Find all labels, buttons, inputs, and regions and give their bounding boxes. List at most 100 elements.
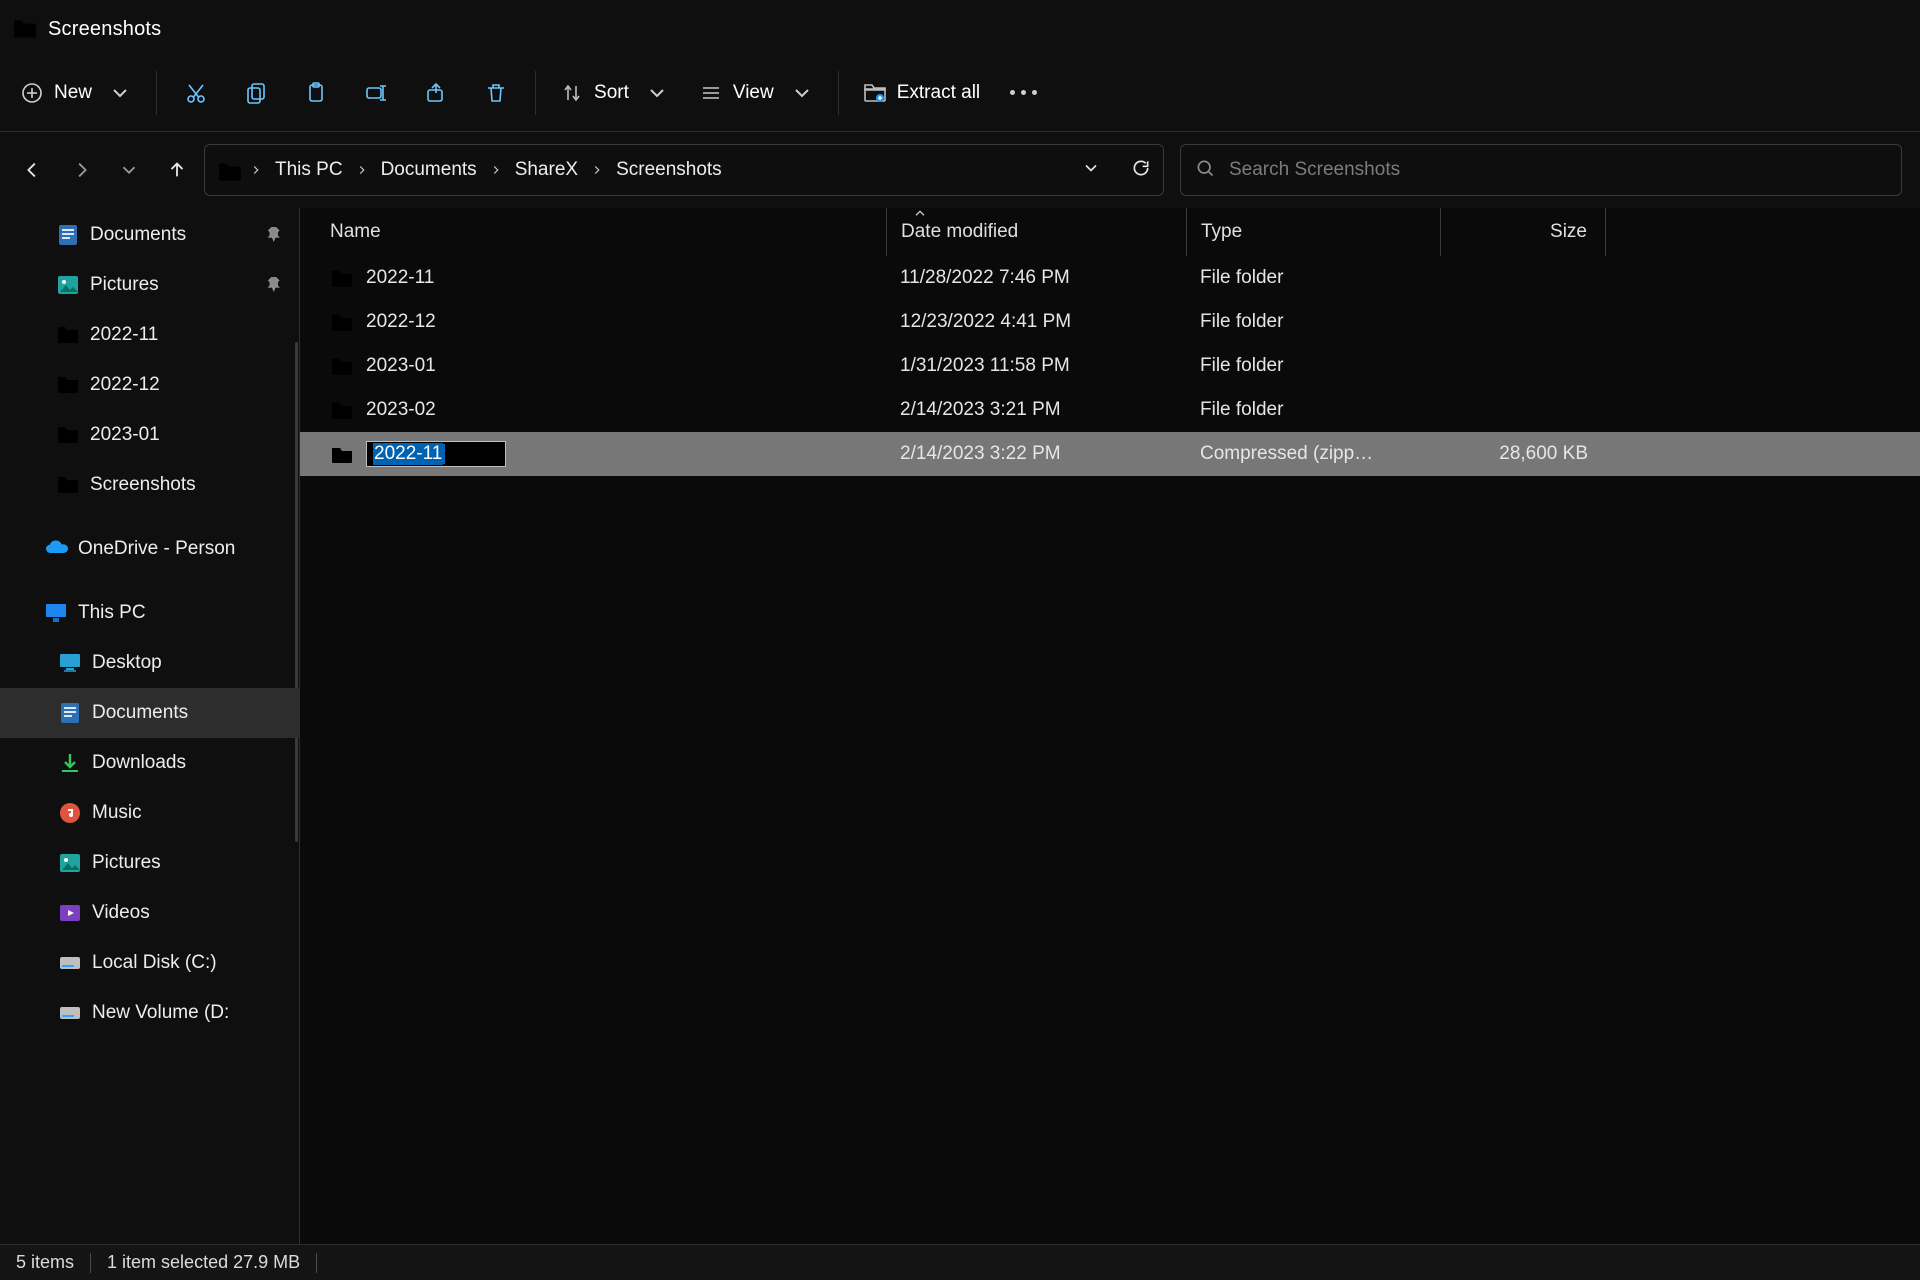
sidebar-item-2022-11[interactable]: 2022-11 — [0, 310, 299, 360]
file-size — [1440, 256, 1606, 300]
column-header-size[interactable]: Size — [1440, 208, 1606, 256]
file-type: Compressed (zipp… — [1186, 432, 1440, 476]
nav-forward-button[interactable] — [70, 159, 92, 181]
pin-icon — [267, 226, 285, 244]
cut-button[interactable] — [167, 67, 225, 119]
sidebar-item-onedrive[interactable]: OneDrive - Person — [0, 524, 299, 574]
new-button-label: New — [54, 82, 92, 104]
sidebar-item-music[interactable]: Music — [0, 788, 299, 838]
sidebar-item-label: Local Disk (C:) — [92, 952, 217, 974]
sidebar-item-downloads[interactable]: Downloads — [0, 738, 299, 788]
sort-button-label: Sort — [594, 82, 629, 104]
address-bar[interactable]: This PC Documents ShareX Screenshots — [204, 144, 1164, 196]
column-header-date[interactable]: Date modified — [886, 208, 1186, 256]
folder-icon — [56, 323, 80, 347]
folder-icon — [330, 311, 354, 333]
nav-back-button[interactable] — [22, 159, 44, 181]
more-icon — [1010, 90, 1037, 95]
chevron-right-icon[interactable] — [590, 163, 604, 177]
drive-icon — [58, 1001, 82, 1025]
rename-button[interactable] — [347, 67, 405, 119]
sidebar-item-screenshots[interactable]: Screenshots — [0, 460, 299, 510]
chevron-right-icon[interactable] — [249, 163, 263, 177]
more-button[interactable] — [996, 67, 1051, 119]
music-icon — [58, 801, 82, 825]
sidebar-item-this-pc[interactable]: This PC — [0, 588, 299, 638]
nav-up-button[interactable] — [166, 159, 188, 181]
view-button[interactable]: View — [685, 67, 828, 119]
nav-recent-button[interactable] — [118, 159, 140, 181]
breadcrumb-documents[interactable]: Documents — [375, 153, 483, 187]
paste-button[interactable] — [287, 67, 345, 119]
sidebar-item-label: Pictures — [90, 274, 159, 296]
folder-icon — [56, 473, 80, 497]
status-bar: 5 items 1 item selected 27.9 MB — [0, 1244, 1920, 1280]
sidebar-item-documents-pc[interactable]: Documents — [0, 688, 299, 738]
search-box[interactable] — [1180, 144, 1902, 196]
chevron-right-icon[interactable] — [355, 163, 369, 177]
refresh-button[interactable] — [1131, 158, 1151, 183]
file-name: 2023-02 — [366, 399, 436, 421]
file-row[interactable]: 2022-11 11/28/2022 7:46 PM File folder — [300, 256, 1920, 300]
column-headers: Name Date modified Type Size — [300, 208, 1920, 256]
chevron-down-icon — [108, 81, 132, 105]
navigation-pane: Documents Pictures 2022-11 2022-12 2023-… — [0, 208, 300, 1244]
file-name: 2022-11 — [366, 267, 434, 289]
sidebar-item-2022-12[interactable]: 2022-12 — [0, 360, 299, 410]
new-button[interactable]: New — [6, 67, 146, 119]
downloads-icon — [58, 751, 82, 775]
window-title: Screenshots — [48, 18, 161, 41]
chevron-right-icon[interactable] — [489, 163, 503, 177]
file-type: File folder — [1186, 256, 1440, 300]
column-header-name[interactable]: Name — [330, 208, 886, 256]
sidebar-item-label: Videos — [92, 902, 150, 924]
sidebar-item-new-volume-d[interactable]: New Volume (D: — [0, 988, 299, 1038]
delete-button[interactable] — [467, 67, 525, 119]
sidebar-item-pictures-pc[interactable]: Pictures — [0, 838, 299, 888]
file-date: 2/14/2023 3:22 PM — [886, 432, 1186, 476]
file-row[interactable]: 2023-02 2/14/2023 3:21 PM File folder — [300, 388, 1920, 432]
rename-input[interactable]: 2022-11 — [366, 441, 506, 467]
pictures-icon — [58, 851, 82, 875]
file-row-selected[interactable]: 2022-11 2/14/2023 3:22 PM Compressed (zi… — [300, 432, 1920, 476]
column-header-type[interactable]: Type — [1186, 208, 1440, 256]
file-type: File folder — [1186, 300, 1440, 344]
sidebar-item-local-disk-c[interactable]: Local Disk (C:) — [0, 938, 299, 988]
sidebar-item-desktop[interactable]: Desktop — [0, 638, 299, 688]
copy-button[interactable] — [227, 67, 285, 119]
sidebar-item-pictures[interactable]: Pictures — [0, 260, 299, 310]
sidebar-item-2023-01[interactable]: 2023-01 — [0, 410, 299, 460]
breadcrumb-sharex[interactable]: ShareX — [509, 153, 584, 187]
folder-icon — [56, 423, 80, 447]
sidebar-item-label: Desktop — [92, 652, 162, 674]
sidebar-item-documents[interactable]: Documents — [0, 210, 299, 260]
documents-icon — [58, 701, 82, 725]
sidebar-item-label: Documents — [92, 702, 188, 724]
search-icon — [1195, 158, 1215, 183]
file-date: 2/14/2023 3:21 PM — [886, 388, 1186, 432]
file-date: 12/23/2022 4:41 PM — [886, 300, 1186, 344]
breadcrumb-screenshots[interactable]: Screenshots — [610, 153, 728, 187]
address-dropdown-button[interactable] — [1081, 158, 1101, 183]
sidebar-item-label: 2022-11 — [90, 324, 158, 346]
sidebar-item-label: 2022-12 — [90, 374, 160, 396]
file-row[interactable]: 2022-12 12/23/2022 4:41 PM File folder — [300, 300, 1920, 344]
sidebar-item-videos[interactable]: Videos — [0, 888, 299, 938]
folder-icon — [56, 373, 80, 397]
share-button[interactable] — [407, 67, 465, 119]
rename-text-selected: 2022-11 — [373, 443, 443, 465]
breadcrumb-this-pc[interactable]: This PC — [269, 153, 349, 187]
extract-all-button[interactable]: Extract all — [849, 67, 994, 119]
sidebar-item-label: OneDrive - Person — [78, 538, 235, 560]
file-date: 11/28/2022 7:46 PM — [886, 256, 1186, 300]
folder-icon — [330, 267, 354, 289]
sidebar-item-label: 2023-01 — [90, 424, 160, 446]
file-size — [1440, 344, 1606, 388]
sort-button[interactable]: Sort — [546, 67, 683, 119]
file-date: 1/31/2023 11:58 PM — [886, 344, 1186, 388]
folder-icon — [330, 399, 354, 421]
documents-icon — [56, 223, 80, 247]
file-row[interactable]: 2023-01 1/31/2023 11:58 PM File folder — [300, 344, 1920, 388]
search-input[interactable] — [1229, 159, 1887, 181]
zip-icon — [330, 443, 354, 465]
